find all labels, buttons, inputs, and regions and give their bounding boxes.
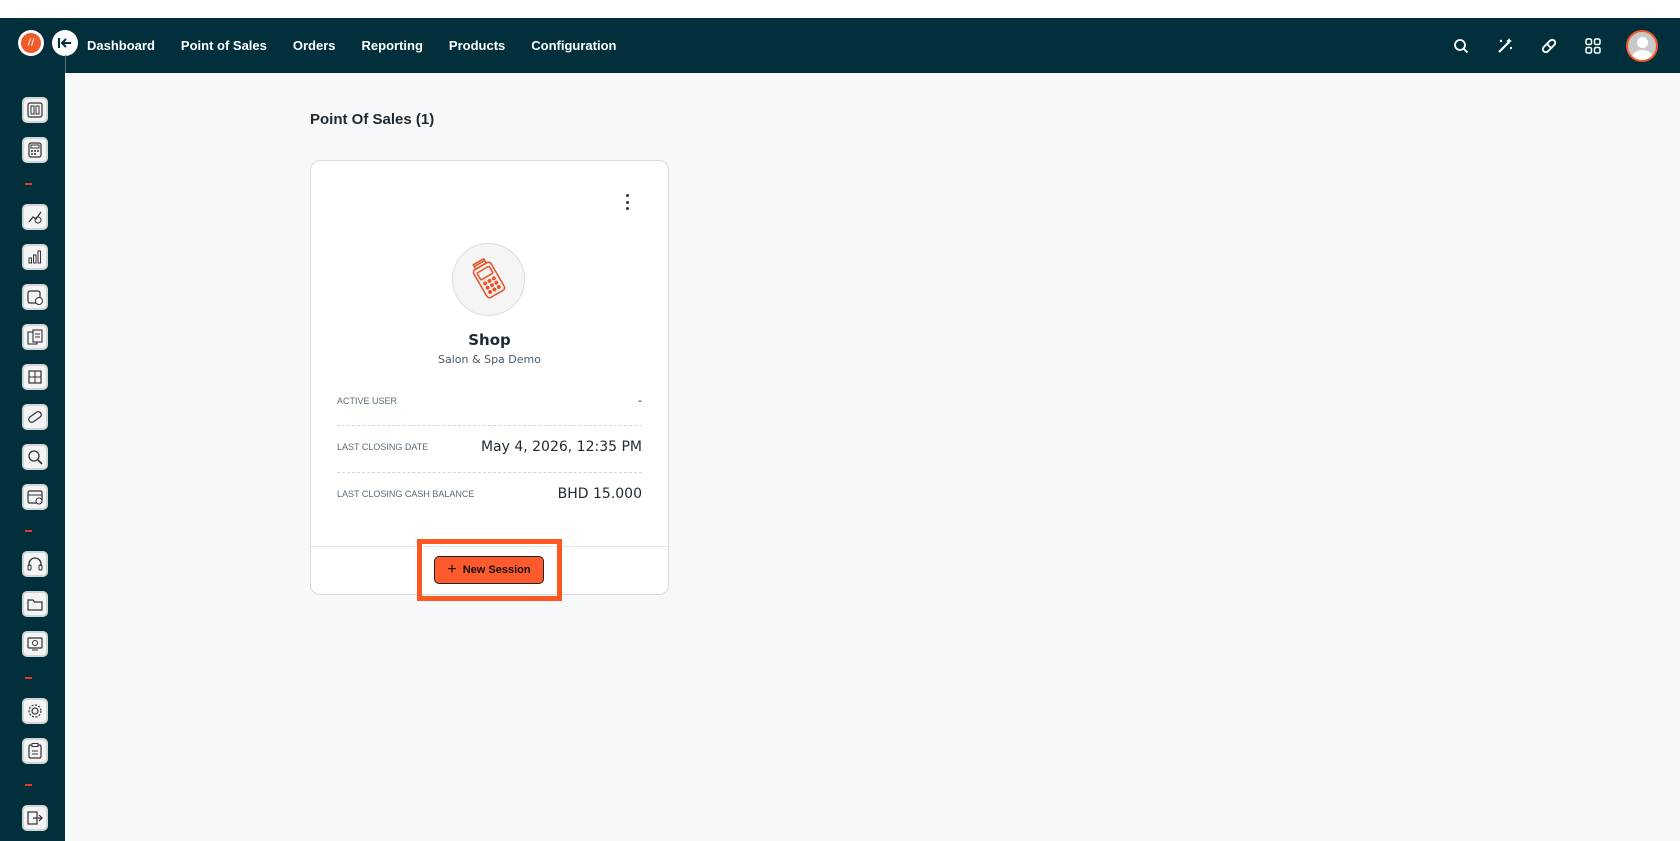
nav-dashboard[interactable]: Dashboard xyxy=(87,38,155,53)
clock-report-icon[interactable] xyxy=(22,284,48,310)
active-user-label: ACTIVE USER xyxy=(337,395,398,406)
shop-subtitle: Salon & Spa Demo xyxy=(438,353,541,366)
last-closing-date-row: LAST CLOSING DATE May 4, 2026, 12:35 PM xyxy=(337,439,642,455)
user-avatar[interactable] xyxy=(1626,29,1658,62)
folder-icon[interactable] xyxy=(22,591,48,617)
monitor-icon[interactable] xyxy=(22,631,48,657)
sidebar-separator xyxy=(25,530,32,532)
clipboard-icon[interactable] xyxy=(22,738,48,764)
sidebar-separator xyxy=(25,677,32,679)
new-session-button[interactable]: + New Session xyxy=(434,556,544,584)
logo-mark-icon: // xyxy=(21,33,41,53)
avatar-body xyxy=(1632,49,1653,60)
last-closing-cash-value: BHD 15.000 xyxy=(557,486,642,502)
nav-point-of-sales[interactable]: Point of Sales xyxy=(181,38,267,53)
new-session-label: New Session xyxy=(462,564,531,576)
row-divider xyxy=(337,425,642,426)
apps-grid-icon[interactable] xyxy=(1582,35,1604,57)
last-closing-cash-label: LAST CLOSING CASH BALANCE xyxy=(337,489,475,499)
settings-icon[interactable] xyxy=(22,698,48,724)
nav-orders[interactable]: Orders xyxy=(293,38,336,53)
nav-reporting[interactable]: Reporting xyxy=(362,38,423,53)
row-divider xyxy=(337,472,642,473)
box-icon[interactable] xyxy=(22,364,48,390)
top-margin xyxy=(0,0,1680,18)
sidebar-separator xyxy=(25,183,32,185)
collapse-arrow-icon xyxy=(58,38,71,48)
nav-configuration[interactable]: Configuration xyxy=(531,38,616,53)
bar-chart-icon[interactable] xyxy=(22,244,48,270)
sidebar xyxy=(0,73,65,841)
nav-products[interactable]: Products xyxy=(449,38,505,53)
active-user-row: ACTIVE USER - xyxy=(337,394,642,407)
avatar-head xyxy=(1637,36,1648,48)
sidebar-separator xyxy=(25,784,32,786)
pos-terminal-icon xyxy=(452,243,525,316)
main-content: Point Of Sales (1) Shop Salon & Spa Demo… xyxy=(65,73,1680,841)
pill-sidebar-icon[interactable] xyxy=(22,404,48,430)
sales-chart-icon[interactable] xyxy=(22,204,48,230)
top-navbar: // Dashboard Point of Sales Orders Repor… xyxy=(0,18,1680,73)
search-report-icon[interactable] xyxy=(22,444,48,470)
documents-icon[interactable] xyxy=(22,324,48,350)
last-closing-date-value: May 4, 2026, 12:35 PM xyxy=(480,439,642,455)
kebab-menu-icon[interactable] xyxy=(624,194,630,210)
magic-wand-icon[interactable] xyxy=(1494,35,1516,57)
calendar-icon[interactable] xyxy=(22,484,48,510)
pill-icon[interactable] xyxy=(1538,35,1560,57)
active-user-value: - xyxy=(638,394,642,407)
plus-icon: + xyxy=(447,561,457,578)
headset-icon[interactable] xyxy=(22,551,48,577)
page-title: Point Of Sales (1) xyxy=(310,111,435,128)
last-closing-date-label: LAST CLOSING DATE xyxy=(337,442,429,452)
collapse-sidebar-button[interactable] xyxy=(52,30,78,56)
logout-icon[interactable] xyxy=(22,805,48,831)
calculator-icon[interactable] xyxy=(22,137,48,163)
last-closing-cash-row: LAST CLOSING CASH BALANCE BHD 15.000 xyxy=(337,486,642,502)
shop-name: Shop xyxy=(468,331,511,349)
pos-card: Shop Salon & Spa Demo ACTIVE USER - LAST… xyxy=(310,160,669,595)
main-nav: Dashboard Point of Sales Orders Reportin… xyxy=(87,18,642,73)
app-logo[interactable]: // xyxy=(18,30,44,56)
search-icon[interactable] xyxy=(1450,35,1472,57)
pos-dashboard-icon[interactable] xyxy=(22,97,48,123)
header-actions xyxy=(1450,18,1680,73)
